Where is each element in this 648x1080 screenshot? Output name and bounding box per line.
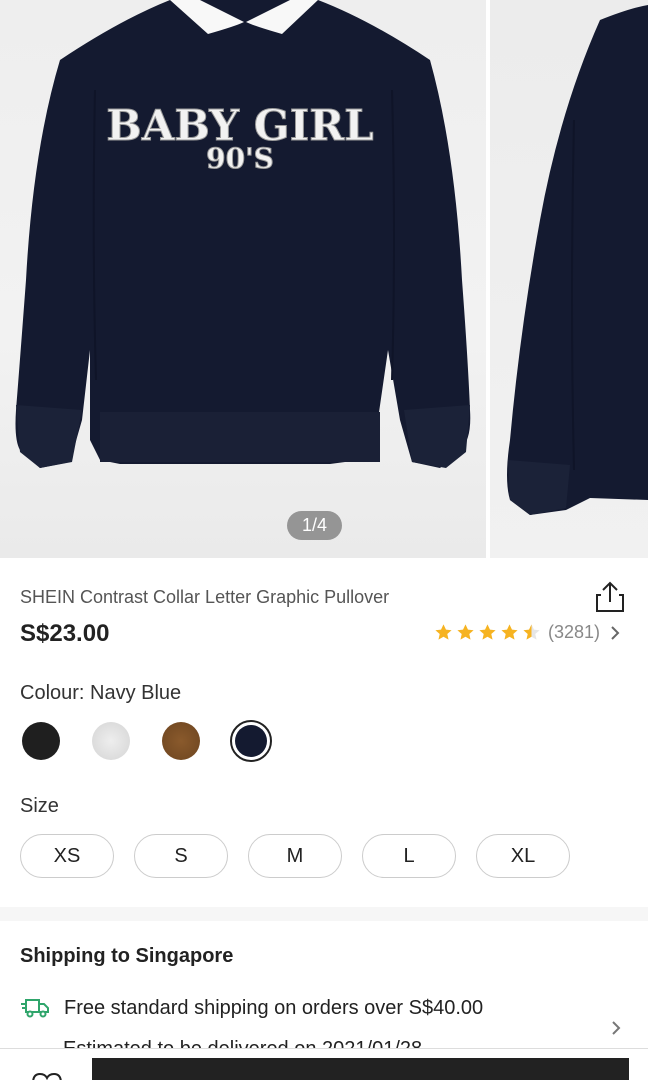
star-icon	[435, 624, 452, 640]
swatch-navy[interactable]	[230, 720, 272, 762]
swatch-grey[interactable]	[90, 720, 132, 762]
size-l-button[interactable]: L	[362, 834, 456, 878]
size-xs-button[interactable]: XS	[20, 834, 114, 878]
pullover-illustration-next	[507, 5, 648, 515]
swatch-black[interactable]	[20, 720, 62, 762]
free-shipping-text: Free standard shipping on orders over S$…	[64, 996, 484, 1019]
page-indicator: 1/4	[287, 511, 342, 540]
star-icon	[479, 624, 496, 640]
rating-stars	[434, 623, 541, 642]
rating-link[interactable]: (3281)	[434, 622, 622, 643]
heart-icon[interactable]	[30, 1070, 64, 1080]
star-half-icon	[523, 624, 540, 640]
print-line-2: 90'S	[206, 142, 274, 175]
pullover-illustration: BABY GIRL 90'S	[15, 0, 471, 468]
product-image-main[interactable]: BABY GIRL 90'S	[0, 0, 486, 558]
colour-swatches	[20, 720, 272, 762]
shipping-info-row[interactable]: Free standard shipping on orders over S$…	[20, 996, 483, 1020]
size-s-button[interactable]: S	[134, 834, 228, 878]
product-image-next[interactable]	[490, 0, 648, 558]
add-to-bag-button[interactable]	[92, 1058, 629, 1080]
size-options: XS S M L XL	[20, 834, 570, 878]
review-count: (3281)	[547, 622, 600, 642]
section-divider	[0, 907, 648, 921]
star-icon	[501, 624, 518, 640]
chevron-right-icon[interactable]	[608, 1018, 624, 1038]
colour-label: Colour: Navy Blue	[20, 682, 182, 704]
share-icon[interactable]	[594, 580, 626, 614]
size-m-button[interactable]: M	[248, 834, 342, 878]
product-title: SHEIN Contrast Collar Letter Graphic Pul…	[20, 587, 390, 607]
chevron-right-icon	[611, 625, 620, 640]
truck-icon	[21, 999, 49, 1018]
star-icon	[457, 624, 474, 640]
image-gallery[interactable]: BABY GIRL 90'S 1/4	[0, 0, 648, 558]
product-price: S$23.00	[20, 620, 110, 647]
shipping-title: Shipping to Singapore	[20, 945, 234, 967]
size-xl-button[interactable]: XL	[476, 834, 570, 878]
size-label: Size	[20, 795, 59, 817]
swatch-brown[interactable]	[160, 720, 202, 762]
